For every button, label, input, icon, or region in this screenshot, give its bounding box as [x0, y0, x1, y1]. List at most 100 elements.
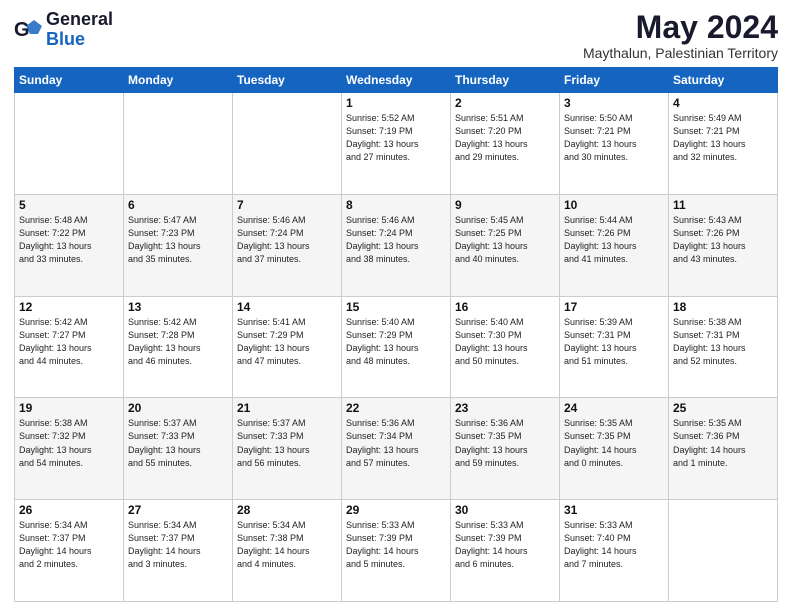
calendar-day-20: 20Sunrise: 5:37 AM Sunset: 7:33 PM Dayli…: [124, 398, 233, 500]
calendar-day-2: 2Sunrise: 5:51 AM Sunset: 7:20 PM Daylig…: [451, 93, 560, 195]
day-number: 12: [19, 300, 119, 314]
day-number: 31: [564, 503, 664, 517]
logo-blue: Blue: [46, 29, 85, 49]
day-number: 29: [346, 503, 446, 517]
calendar-day-9: 9 Sunrise: 5:45 AM Sunset: 7:25 PM Daylig…: [451, 194, 560, 296]
col-header-sunday: Sunday: [15, 68, 124, 93]
day-number: 7: [237, 198, 337, 212]
calendar-day-6: 6 Sunrise: 5:47 AM Sunset: 7:23 PM Daylig…: [124, 194, 233, 296]
col-header-tuesday: Tuesday: [233, 68, 342, 93]
col-header-saturday: Saturday: [669, 68, 778, 93]
calendar-day-14: 14 Sunrise: 5:41 AM Sunset: 7:29 PM Dayli…: [233, 296, 342, 398]
calendar-day-11: 11 Sunrise: 5:43 AM Sunset: 7:26 PM Dayli…: [669, 194, 778, 296]
calendar-table: SundayMondayTuesdayWednesdayThursdayFrid…: [14, 67, 778, 602]
calendar-day-5: 5 Sunrise: 5:48 AM Sunset: 7:22 PM Daylig…: [15, 194, 124, 296]
day-number: 24: [564, 401, 664, 415]
day-number: 10: [564, 198, 664, 212]
day-info: Sunrise: 5:50 AM Sunset: 7:21 PM Dayligh…: [564, 112, 664, 164]
calendar-day-19: 19Sunrise: 5:38 AM Sunset: 7:32 PM Dayli…: [15, 398, 124, 500]
day-info: Sunrise: 5:33 AM Sunset: 7:40 PM Dayligh…: [564, 519, 664, 571]
day-info: Sunrise: 5:41 AM Sunset: 7:29 PM Dayligh…: [237, 316, 337, 368]
logo: G General Blue: [14, 10, 113, 50]
day-number: 14: [237, 300, 337, 314]
day-info: Sunrise: 5:34 AM Sunset: 7:37 PM Dayligh…: [128, 519, 228, 571]
day-info: Sunrise: 5:40 AM Sunset: 7:29 PM Dayligh…: [346, 316, 446, 368]
calendar-week-row: 1 Sunrise: 5:52 AM Sunset: 7:19 PM Daylig…: [15, 93, 778, 195]
calendar-empty-cell: [669, 500, 778, 602]
day-number: 25: [673, 401, 773, 415]
day-info: Sunrise: 5:37 AM Sunset: 7:33 PM Dayligh…: [237, 417, 337, 469]
day-number: 23: [455, 401, 555, 415]
day-info: Sunrise: 5:34 AM Sunset: 7:37 PM Dayligh…: [19, 519, 119, 571]
calendar-day-15: 15 Sunrise: 5:40 AM Sunset: 7:29 PM Dayli…: [342, 296, 451, 398]
day-number: 30: [455, 503, 555, 517]
calendar-day-22: 22 Sunrise: 5:36 AM Sunset: 7:34 PM Dayli…: [342, 398, 451, 500]
calendar-day-16: 16Sunrise: 5:40 AM Sunset: 7:30 PM Dayli…: [451, 296, 560, 398]
logo-general: General: [46, 9, 113, 29]
day-info: Sunrise: 5:42 AM Sunset: 7:27 PM Dayligh…: [19, 316, 119, 368]
calendar-day-28: 28Sunrise: 5:34 AM Sunset: 7:38 PM Dayli…: [233, 500, 342, 602]
day-info: Sunrise: 5:36 AM Sunset: 7:34 PM Dayligh…: [346, 417, 446, 469]
day-info: Sunrise: 5:46 AM Sunset: 7:24 PM Dayligh…: [237, 214, 337, 266]
col-header-thursday: Thursday: [451, 68, 560, 93]
day-number: 11: [673, 198, 773, 212]
col-header-friday: Friday: [560, 68, 669, 93]
calendar-week-row: 12 Sunrise: 5:42 AM Sunset: 7:27 PM Dayli…: [15, 296, 778, 398]
day-number: 4: [673, 96, 773, 110]
calendar-day-8: 8 Sunrise: 5:46 AM Sunset: 7:24 PM Daylig…: [342, 194, 451, 296]
calendar-day-25: 25 Sunrise: 5:35 AM Sunset: 7:36 PM Dayli…: [669, 398, 778, 500]
day-number: 16: [455, 300, 555, 314]
day-number: 19: [19, 401, 119, 415]
day-number: 22: [346, 401, 446, 415]
day-number: 13: [128, 300, 228, 314]
svg-text:G: G: [14, 19, 30, 41]
day-number: 6: [128, 198, 228, 212]
calendar-day-3: 3 Sunrise: 5:50 AM Sunset: 7:21 PM Daylig…: [560, 93, 669, 195]
day-info: Sunrise: 5:35 AM Sunset: 7:35 PM Dayligh…: [564, 417, 664, 469]
col-header-wednesday: Wednesday: [342, 68, 451, 93]
day-info: Sunrise: 5:42 AM Sunset: 7:28 PM Dayligh…: [128, 316, 228, 368]
page-header: G General Blue May 2024 Maythalun, Pales…: [14, 10, 778, 61]
calendar-day-29: 29 Sunrise: 5:33 AM Sunset: 7:39 PM Dayli…: [342, 500, 451, 602]
day-info: Sunrise: 5:45 AM Sunset: 7:25 PM Dayligh…: [455, 214, 555, 266]
day-info: Sunrise: 5:52 AM Sunset: 7:19 PM Dayligh…: [346, 112, 446, 164]
day-number: 17: [564, 300, 664, 314]
calendar-day-1: 1 Sunrise: 5:52 AM Sunset: 7:19 PM Daylig…: [342, 93, 451, 195]
day-number: 26: [19, 503, 119, 517]
calendar-day-4: 4Sunrise: 5:49 AM Sunset: 7:21 PM Daylig…: [669, 93, 778, 195]
day-number: 9: [455, 198, 555, 212]
title-block: May 2024 Maythalun, Palestinian Territor…: [583, 10, 778, 61]
logo-icon: G: [14, 16, 42, 44]
calendar-empty-cell: [15, 93, 124, 195]
day-info: Sunrise: 5:34 AM Sunset: 7:38 PM Dayligh…: [237, 519, 337, 571]
day-number: 15: [346, 300, 446, 314]
month-title: May 2024: [583, 10, 778, 45]
calendar-header-row: SundayMondayTuesdayWednesdayThursdayFrid…: [15, 68, 778, 93]
calendar-week-row: 19Sunrise: 5:38 AM Sunset: 7:32 PM Dayli…: [15, 398, 778, 500]
calendar-empty-cell: [124, 93, 233, 195]
day-info: Sunrise: 5:43 AM Sunset: 7:26 PM Dayligh…: [673, 214, 773, 266]
logo-text: General Blue: [46, 10, 113, 50]
calendar-week-row: 5 Sunrise: 5:48 AM Sunset: 7:22 PM Daylig…: [15, 194, 778, 296]
day-info: Sunrise: 5:46 AM Sunset: 7:24 PM Dayligh…: [346, 214, 446, 266]
day-info: Sunrise: 5:38 AM Sunset: 7:31 PM Dayligh…: [673, 316, 773, 368]
calendar-empty-cell: [233, 93, 342, 195]
day-info: Sunrise: 5:35 AM Sunset: 7:36 PM Dayligh…: [673, 417, 773, 469]
day-info: Sunrise: 5:44 AM Sunset: 7:26 PM Dayligh…: [564, 214, 664, 266]
day-number: 21: [237, 401, 337, 415]
calendar-week-row: 26 Sunrise: 5:34 AM Sunset: 7:37 PM Dayli…: [15, 500, 778, 602]
day-info: Sunrise: 5:33 AM Sunset: 7:39 PM Dayligh…: [455, 519, 555, 571]
day-number: 8: [346, 198, 446, 212]
day-number: 5: [19, 198, 119, 212]
day-number: 3: [564, 96, 664, 110]
day-number: 18: [673, 300, 773, 314]
day-number: 20: [128, 401, 228, 415]
day-number: 1: [346, 96, 446, 110]
col-header-monday: Monday: [124, 68, 233, 93]
day-info: Sunrise: 5:36 AM Sunset: 7:35 PM Dayligh…: [455, 417, 555, 469]
day-info: Sunrise: 5:48 AM Sunset: 7:22 PM Dayligh…: [19, 214, 119, 266]
day-info: Sunrise: 5:33 AM Sunset: 7:39 PM Dayligh…: [346, 519, 446, 571]
calendar-day-27: 27Sunrise: 5:34 AM Sunset: 7:37 PM Dayli…: [124, 500, 233, 602]
day-info: Sunrise: 5:39 AM Sunset: 7:31 PM Dayligh…: [564, 316, 664, 368]
day-info: Sunrise: 5:47 AM Sunset: 7:23 PM Dayligh…: [128, 214, 228, 266]
